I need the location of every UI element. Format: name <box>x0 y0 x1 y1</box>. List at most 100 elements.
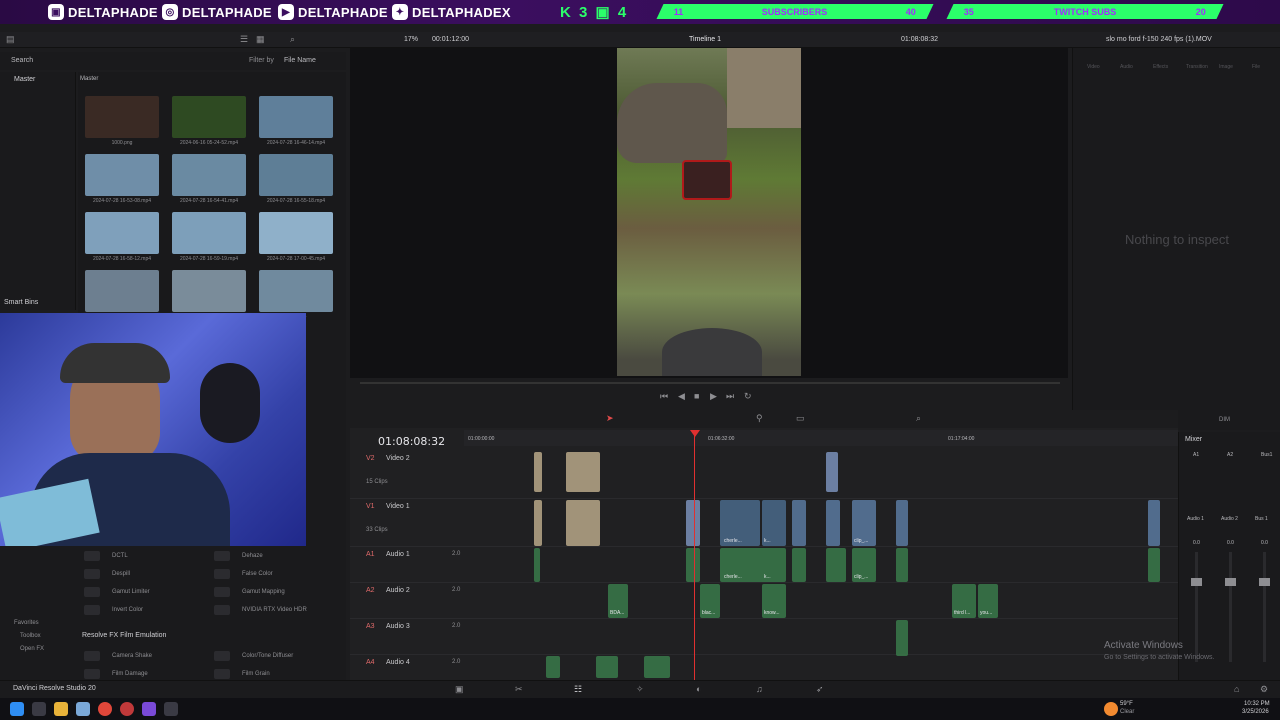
timeline-clip[interactable] <box>826 500 840 546</box>
timeline-clip[interactable] <box>686 548 700 582</box>
weather-icon[interactable] <box>1104 702 1118 716</box>
media-clip-thumbnail[interactable] <box>259 96 333 138</box>
effect-item[interactable]: Dehaze <box>214 548 263 563</box>
zoom-icon[interactable]: ⌕ <box>916 413 921 424</box>
edit-page-icon[interactable]: ☷ <box>574 684 582 695</box>
effect-item[interactable]: Film Damage <box>84 666 148 681</box>
effect-item[interactable]: Gamut Mapping <box>214 584 285 599</box>
media-page-icon[interactable]: ▣ <box>455 684 464 695</box>
effect-item[interactable]: Camera Shake <box>84 648 152 663</box>
timeline-clip[interactable] <box>566 452 600 492</box>
fairlight-page-icon[interactable]: ♫ <box>756 684 763 694</box>
effect-item[interactable]: Color/Tone Diffuser <box>214 648 293 663</box>
timeline-clip[interactable] <box>826 452 838 492</box>
effect-item[interactable]: Gamut Limiter <box>84 584 150 599</box>
fader-track[interactable] <box>1195 552 1198 662</box>
jump-end-icon[interactable]: ⏭ <box>726 391 734 402</box>
panel-toggle-icon[interactable]: ▤ <box>6 34 15 45</box>
capture-icon[interactable] <box>120 702 134 716</box>
dim-button[interactable]: DIM <box>1219 417 1230 423</box>
inspector-tab[interactable]: File <box>1252 64 1260 70</box>
timeline-clip[interactable] <box>534 500 542 546</box>
fusion-page-icon[interactable]: ✧ <box>636 684 644 695</box>
jump-start-icon[interactable]: ⏮ <box>660 391 668 402</box>
timeline-ruler[interactable]: 01:00:00:00 01:06:32:00 01:17:04:00 <box>464 430 1178 446</box>
fader-handle[interactable] <box>1225 578 1236 586</box>
media-clip-thumbnail[interactable] <box>259 270 333 312</box>
lock-icon[interactable]: ▭ <box>796 413 805 424</box>
media-clip-thumbnail[interactable] <box>85 154 159 196</box>
filter-dropdown[interactable]: File Name <box>284 57 316 64</box>
timeline-clip[interactable] <box>546 656 560 678</box>
inspector-tab[interactable]: Effects <box>1153 64 1168 70</box>
inspector-tab[interactable]: Image <box>1219 64 1233 70</box>
media-clip-thumbnail[interactable] <box>172 212 246 254</box>
timeline-clip[interactable] <box>534 452 542 492</box>
timeline-clip[interactable] <box>896 548 908 582</box>
timeline-clip[interactable] <box>644 656 670 678</box>
effect-item[interactable]: Invert Color <box>84 602 143 617</box>
bin-master[interactable]: Master <box>14 76 35 83</box>
media-clip-thumbnail[interactable] <box>259 154 333 196</box>
file-explorer-icon[interactable] <box>54 702 68 716</box>
chrome-icon[interactable] <box>98 702 112 716</box>
media-clip-thumbnail[interactable] <box>172 270 246 312</box>
link-icon[interactable]: ⚲ <box>756 413 763 424</box>
inspector-tab[interactable]: Video <box>1087 64 1100 70</box>
effect-item[interactable]: NVIDIA RTX Video HDR <box>214 602 307 617</box>
home-icon[interactable]: ⌂ <box>1234 684 1239 694</box>
fader-handle[interactable] <box>1191 578 1202 586</box>
twitch-app-icon[interactable] <box>142 702 156 716</box>
media-clip-thumbnail[interactable] <box>85 96 159 138</box>
fav-toolbox[interactable]: Toolbox <box>20 633 41 639</box>
effect-item[interactable]: Film Grain <box>214 666 270 681</box>
media-clip-thumbnail[interactable] <box>85 270 159 312</box>
timeline-clip[interactable] <box>596 656 618 678</box>
media-clip-thumbnail[interactable] <box>259 212 333 254</box>
timeline-clip[interactable] <box>826 548 846 582</box>
timeline-clip[interactable] <box>534 548 540 582</box>
inspector-tab[interactable]: Transition <box>1186 64 1208 70</box>
timeline-clip[interactable] <box>792 548 806 582</box>
stop-icon[interactable]: ■ <box>694 391 699 401</box>
search-icon[interactable] <box>32 702 46 716</box>
timeline-clip[interactable] <box>896 620 908 656</box>
playhead[interactable] <box>694 430 695 680</box>
fav-openfx[interactable]: Open FX <box>20 646 44 652</box>
selection-tool-icon[interactable]: ➤ <box>606 413 614 424</box>
timeline-name-dropdown[interactable]: Timeline 1 <box>689 36 721 43</box>
timeline-clip[interactable] <box>896 500 908 546</box>
list-view-icon[interactable]: ☰ <box>240 34 248 45</box>
effect-item[interactable]: Despill <box>84 566 130 581</box>
resolve-app-icon[interactable] <box>164 702 178 716</box>
timeline-clip[interactable] <box>792 500 806 546</box>
fader-handle[interactable] <box>1259 578 1270 586</box>
timeline-clip[interactable] <box>1148 548 1160 582</box>
deliver-page-icon[interactable]: ➶ <box>816 684 824 695</box>
media-clip-thumbnail[interactable] <box>172 96 246 138</box>
color-page-icon[interactable]: ◐ <box>696 684 701 694</box>
playhead-marker-icon[interactable] <box>690 430 700 437</box>
search-field[interactable]: Search <box>11 57 33 64</box>
timeline-clip[interactable] <box>686 500 700 546</box>
media-clip-thumbnail[interactable] <box>85 212 159 254</box>
effect-item[interactable]: False Color <box>214 566 273 581</box>
timeline-clip[interactable] <box>566 500 600 546</box>
media-clip-thumbnail[interactable] <box>172 154 246 196</box>
cut-page-icon[interactable]: ✂ <box>515 684 523 695</box>
scrubber-track[interactable] <box>360 382 1060 384</box>
effect-item[interactable]: DCTL <box>84 548 128 563</box>
play-icon[interactable]: ▶ <box>710 391 717 402</box>
timeline-clip[interactable] <box>1148 500 1160 546</box>
settings-icon[interactable]: ⚙ <box>1260 684 1268 695</box>
inspector-tab[interactable]: Audio <box>1120 64 1133 70</box>
play-reverse-icon[interactable]: ◀ <box>678 391 685 402</box>
viewer-zoom[interactable]: 17% <box>404 36 418 43</box>
fader-track[interactable] <box>1263 552 1266 662</box>
steam-icon[interactable] <box>76 702 90 716</box>
search-icon[interactable]: ⌕ <box>290 34 295 45</box>
start-icon[interactable] <box>10 702 24 716</box>
grid-view-icon[interactable]: ▦ <box>256 34 265 45</box>
fader-track[interactable] <box>1229 552 1232 662</box>
loop-icon[interactable]: ↻ <box>744 391 752 402</box>
